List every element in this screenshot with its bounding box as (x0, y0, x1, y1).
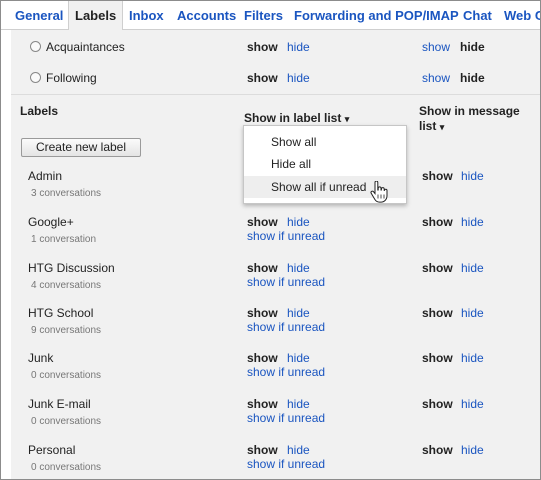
show-label-following: show (247, 71, 278, 85)
label-name-personal[interactable]: Personal (28, 443, 75, 457)
show-if-unread-htg-school[interactable]: show if unread (247, 320, 325, 334)
show-msg-following[interactable]: show (422, 71, 450, 85)
show-in-label-list-header[interactable]: Show in label list ▾ (244, 111, 349, 125)
show-if-unread-htg-discussion[interactable]: show if unread (247, 275, 325, 289)
labels-section-title: Labels (20, 104, 59, 118)
label-count-admin: 3 conversations (31, 188, 102, 199)
label-count-htg-school: 9 conversations (31, 325, 102, 336)
tab-web-clips[interactable]: Web C (504, 1, 540, 30)
show-label-acquaintances: show (247, 40, 278, 54)
label-count-junk: 0 conversations (31, 370, 102, 381)
show-msg-admin: show (422, 169, 453, 183)
radio-circle-icon (30, 72, 41, 83)
tab-forwarding[interactable]: Forwarding and POP/IMAP (294, 1, 459, 30)
show-if-unread-junk-e-mail[interactable]: show if unread (247, 411, 325, 425)
tab-labels[interactable]: Labels (68, 1, 124, 30)
show-msg-personal: show (422, 443, 453, 457)
show-if-unread-google-plus[interactable]: show if unread (247, 229, 325, 243)
hide-msg-junk[interactable]: hide (461, 351, 484, 365)
tab-chat[interactable]: Chat (463, 1, 492, 30)
show-label-google-plus: show (247, 215, 278, 229)
label-count-google-plus: 1 conversation (31, 234, 97, 245)
hide-msg-admin[interactable]: hide (461, 169, 484, 183)
menu-item-show-all[interactable]: Show all (244, 131, 406, 153)
show-label-junk-e-mail: show (247, 397, 278, 411)
show-label-junk: show (247, 351, 278, 365)
hide-msg-personal[interactable]: hide (461, 443, 484, 457)
hide-label-junk[interactable]: hide (287, 351, 310, 365)
show-in-message-list-header[interactable]: list ▾ (419, 119, 444, 133)
hide-label-htg-school[interactable]: hide (287, 306, 310, 320)
hide-msg-acquaintances: hide (460, 40, 485, 54)
menu-item-hide-all[interactable]: Hide all (244, 153, 406, 175)
show-in-label-list-text: Show in label list (244, 111, 342, 125)
tab-accounts[interactable]: Accounts (177, 1, 236, 30)
hide-msg-google-plus[interactable]: hide (461, 215, 484, 229)
section-divider (11, 94, 540, 95)
radio-circle-icon (30, 41, 41, 52)
label-name-admin[interactable]: Admin (28, 169, 62, 183)
settings-tabs: General Labels Inbox Accounts Filters Fo… (1, 1, 540, 30)
tab-general[interactable]: General (15, 1, 63, 30)
label-name-htg-discussion[interactable]: HTG Discussion (28, 261, 115, 275)
hide-label-google-plus[interactable]: hide (287, 215, 310, 229)
show-msg-acquaintances[interactable]: show (422, 40, 450, 54)
label-count-htg-discussion: 4 conversations (31, 280, 102, 291)
hide-msg-htg-school[interactable]: hide (461, 306, 484, 320)
hide-label-junk-e-mail[interactable]: hide (287, 397, 310, 411)
label-count-personal: 0 conversations (31, 462, 102, 473)
show-label-personal: show (247, 443, 278, 457)
hide-label-acquaintances[interactable]: hide (287, 40, 310, 54)
show-msg-junk-e-mail: show (422, 397, 453, 411)
label-name-htg-school[interactable]: HTG School (28, 306, 93, 320)
chevron-down-icon: ▾ (344, 114, 350, 124)
hide-label-personal[interactable]: hide (287, 443, 310, 457)
hide-msg-junk-e-mail[interactable]: hide (461, 397, 484, 411)
show-msg-junk: show (422, 351, 453, 365)
label-name-junk-e-mail[interactable]: Junk E-mail (28, 397, 91, 411)
show-if-unread-junk[interactable]: show if unread (247, 365, 325, 379)
label-name-acquaintances: Acquaintances (46, 40, 125, 54)
label-count-junk-e-mail: 0 conversations (31, 416, 102, 427)
show-in-message-list-text: list (419, 119, 437, 133)
show-label-htg-discussion: show (247, 261, 278, 275)
label-name-google-plus[interactable]: Google+ (28, 215, 74, 229)
show-msg-google-plus: show (422, 215, 453, 229)
show-msg-htg-school: show (422, 306, 453, 320)
show-msg-htg-discussion: show (422, 261, 453, 275)
hide-msg-following: hide (460, 71, 485, 85)
hide-label-following[interactable]: hide (287, 71, 310, 85)
tab-inbox[interactable]: Inbox (129, 1, 164, 30)
hand-pointer-icon (370, 181, 388, 203)
create-new-label-button[interactable]: Create new label (21, 138, 141, 157)
hide-msg-htg-discussion[interactable]: hide (461, 261, 484, 275)
hide-label-htg-discussion[interactable]: hide (287, 261, 310, 275)
show-in-message-list-header-line1: Show in message (419, 104, 520, 118)
show-label-htg-school: show (247, 306, 278, 320)
label-name-following: Following (46, 71, 97, 85)
settings-window: General Labels Inbox Accounts Filters Fo… (0, 0, 541, 480)
chevron-down-icon: ▾ (439, 122, 445, 132)
tab-filters[interactable]: Filters (244, 1, 283, 30)
show-if-unread-personal[interactable]: show if unread (247, 457, 325, 471)
labels-panel: Acquaintances show hide show hide Follow… (11, 30, 540, 479)
label-name-junk[interactable]: Junk (28, 351, 53, 365)
